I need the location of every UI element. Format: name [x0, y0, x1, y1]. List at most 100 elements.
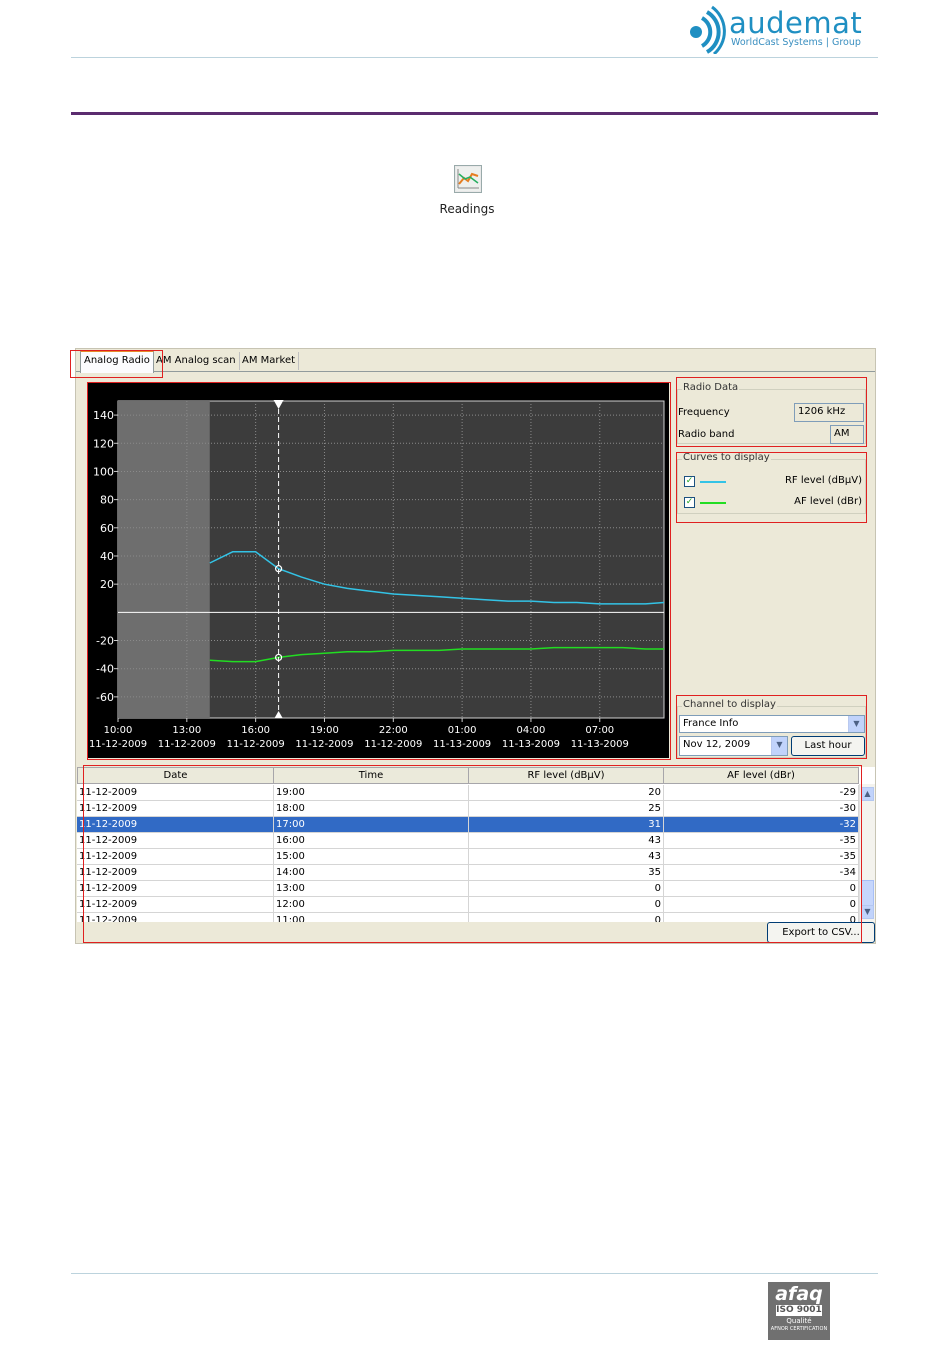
cell-af-level: 0	[664, 897, 859, 913]
cell-date: 11-12-2009	[77, 897, 274, 913]
cell-af-level: -32	[664, 817, 859, 833]
y-tick-label: 80	[100, 494, 114, 507]
column-date[interactable]: Date	[77, 767, 274, 784]
table-row[interactable]: 11-12-2009 13:00 0 0	[77, 881, 859, 897]
cell-date: 11-12-2009	[77, 833, 274, 849]
x-tick-date: 11-12-2009	[158, 739, 216, 750]
curves-group: Curves to display ✓ RF level (dBµV) ✓ AF…	[677, 452, 866, 514]
cell-rf-level: 43	[469, 849, 664, 865]
table-header: Date Time RF level (dBµV) AF level (dBr)	[77, 767, 859, 784]
x-tick-time: 04:00	[517, 725, 546, 736]
y-tick-label: 140	[93, 409, 114, 422]
frequency-label: Frequency	[678, 407, 730, 418]
last-hour-button[interactable]: Last hour	[791, 736, 865, 756]
tab-bar: Analog Radio AM Analog scan AM Market	[76, 349, 875, 373]
header-divider	[71, 57, 878, 58]
readings-chart[interactable]: 140 120 100 80 60 40 20 -20 -40 -60 10:00 11-12-200…	[88, 383, 669, 758]
channel-group: Channel to display France Info ▼ Nov 12,…	[677, 699, 866, 758]
column-time[interactable]: Time	[274, 767, 469, 784]
cell-time: 11:00	[274, 913, 469, 922]
table-row[interactable]: 11-12-2009 14:00 35 -34	[77, 865, 859, 881]
x-tick-date: 11-12-2009	[364, 739, 422, 750]
cell-rf-level: 31	[469, 817, 664, 833]
cell-date: 11-12-2009	[77, 849, 274, 865]
cell-time: 15:00	[274, 849, 469, 865]
station-value: France Info	[683, 718, 739, 729]
cell-af-level: 0	[664, 913, 859, 922]
table-row[interactable]: 11-12-2009 17:00 31 -32	[77, 817, 859, 833]
iso-text: ISO 9001	[776, 1305, 822, 1316]
cell-time: 14:00	[274, 865, 469, 881]
date-picker[interactable]: Nov 12, 2009 ▼	[679, 736, 788, 756]
table-row[interactable]: 11-12-2009 12:00 0 0	[77, 897, 859, 913]
brand-subtitle: WorldCast Systems | Group	[731, 37, 861, 48]
tab-am-analog-scan[interactable]: AM Analog scan	[153, 352, 240, 370]
audemat-logo-icon	[690, 5, 726, 54]
table-row[interactable]: 11-12-2009 15:00 43 -35	[77, 849, 859, 865]
no-data-region	[118, 401, 210, 718]
cell-rf-level: 0	[469, 897, 664, 913]
cell-time: 17:00	[274, 817, 469, 833]
x-tick-date: 11-13-2009	[433, 739, 491, 750]
table-row[interactable]: 11-12-2009 18:00 25 -30	[77, 801, 859, 817]
cell-time: 19:00	[274, 785, 469, 801]
x-tick-time: 22:00	[379, 725, 408, 736]
radio-band-value: AM	[830, 425, 864, 444]
table-row[interactable]: 11-12-2009 19:00 20 -29	[77, 785, 859, 801]
table-scrollbar[interactable]: ▲ ▼	[859, 784, 875, 922]
cell-date: 11-12-2009	[77, 817, 274, 833]
tab-analog-radio[interactable]: Analog Radio	[80, 350, 154, 373]
curves-title: Curves to display	[682, 452, 771, 463]
frequency-value: 1206 kHz	[794, 403, 864, 422]
af-level-label: AF level (dBr)	[794, 496, 862, 507]
cell-date: 11-12-2009	[77, 913, 274, 922]
qualite-text: Qualité	[786, 1317, 812, 1325]
afnor-text: AFNOR CERTIFICATION	[770, 1326, 828, 1332]
table-row[interactable]: 11-12-2009 11:00 0 0	[77, 913, 859, 922]
rf-level-label: RF level (dBµV)	[784, 475, 862, 486]
cell-time: 12:00	[274, 897, 469, 913]
cell-af-level: -35	[664, 833, 859, 849]
cell-time: 18:00	[274, 801, 469, 817]
footer-divider	[71, 1273, 878, 1274]
table-row[interactable]: 11-12-2009 16:00 43 -35	[77, 833, 859, 849]
af-level-checkbox[interactable]: ✓	[684, 497, 695, 508]
column-af-level[interactable]: AF level (dBr)	[664, 767, 859, 784]
analog-radio-window: Analog Radio AM Analog scan AM Market 14…	[70, 348, 876, 944]
af-level-swatch	[700, 502, 726, 504]
cell-af-level: -29	[664, 785, 859, 801]
y-tick-label: 20	[100, 578, 114, 591]
x-tick-time: 19:00	[310, 725, 339, 736]
export-csv-button[interactable]: Export to CSV...	[767, 922, 875, 943]
scroll-down-icon[interactable]: ▼	[861, 905, 874, 919]
readings-button[interactable]: Readings	[439, 165, 495, 220]
y-tick-label: 60	[100, 522, 114, 535]
date-value: Nov 12, 2009	[683, 739, 751, 750]
column-rf-level[interactable]: RF level (dBµV)	[469, 767, 664, 784]
calendar-dropdown-icon[interactable]: ▼	[771, 737, 787, 755]
x-tick-time: 01:00	[448, 725, 477, 736]
readings-chart-icon	[454, 165, 482, 193]
cell-rf-level: 25	[469, 801, 664, 817]
y-tick-label: -20	[96, 635, 114, 648]
cell-af-level: 0	[664, 881, 859, 897]
tab-am-market[interactable]: AM Market	[239, 352, 300, 370]
cell-date: 11-12-2009	[77, 881, 274, 897]
rf-level-checkbox[interactable]: ✓	[684, 476, 695, 487]
station-select[interactable]: France Info ▼	[679, 715, 865, 733]
cell-rf-level: 43	[469, 833, 664, 849]
y-tick-label: -40	[96, 663, 114, 676]
scroll-up-icon[interactable]: ▲	[861, 787, 874, 801]
readings-label: Readings	[439, 202, 495, 216]
x-tick-time: 10:00	[104, 725, 133, 736]
cell-af-level: -30	[664, 801, 859, 817]
x-tick-date: 11-12-2009	[227, 739, 285, 750]
chevron-down-icon[interactable]: ▼	[848, 716, 864, 732]
readings-table[interactable]: Date Time RF level (dBµV) AF level (dBr)…	[77, 767, 875, 922]
x-tick-date: 11-12-2009	[89, 739, 147, 750]
x-tick-time: 16:00	[241, 725, 270, 736]
channel-title: Channel to display	[682, 699, 777, 710]
x-tick-date: 11-12-2009	[295, 739, 353, 750]
y-tick-label: -60	[96, 691, 114, 704]
x-tick-time: 07:00	[585, 725, 614, 736]
